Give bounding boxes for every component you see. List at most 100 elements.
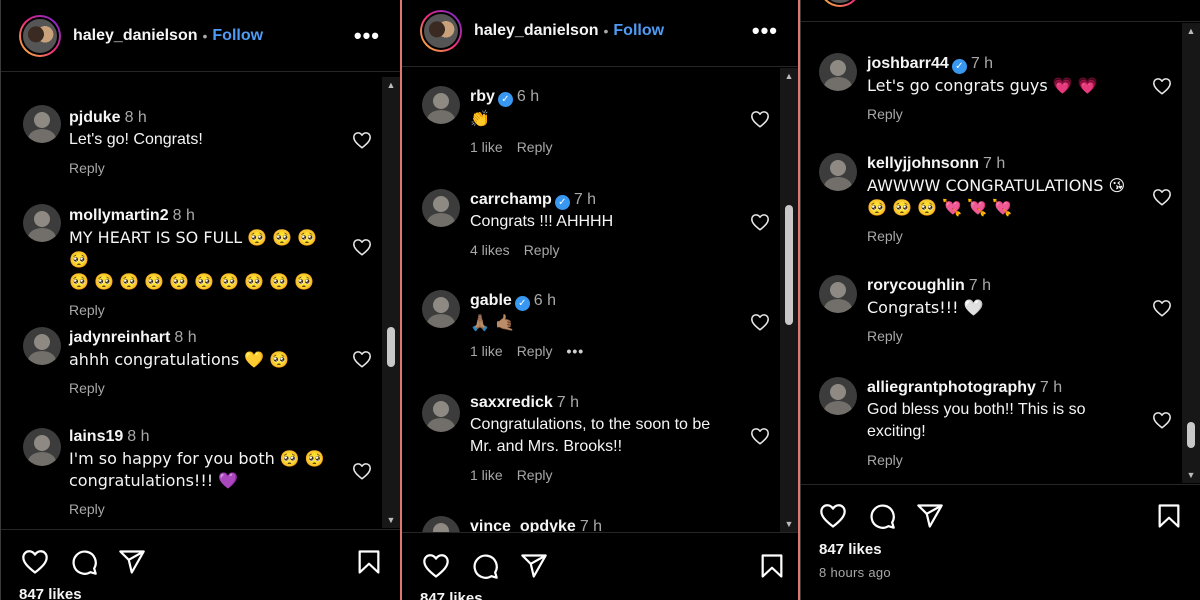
like-heart-icon[interactable] bbox=[422, 552, 450, 580]
like-comment-heart-icon[interactable] bbox=[352, 131, 372, 149]
comments-scrollbar[interactable]: ▲ ▼ bbox=[1182, 23, 1200, 483]
scroll-up-arrow-icon[interactable]: ▲ bbox=[780, 68, 798, 84]
comment-username[interactable]: carrchamp bbox=[470, 191, 552, 208]
comment-username[interactable]: lains19 bbox=[69, 428, 123, 445]
comment-avatar[interactable] bbox=[23, 428, 61, 466]
scroll-down-arrow-icon[interactable]: ▼ bbox=[382, 512, 400, 528]
reply-button[interactable]: Reply bbox=[524, 242, 560, 258]
reply-button[interactable]: Reply bbox=[69, 160, 105, 176]
comment-avatar[interactable] bbox=[422, 290, 460, 328]
reply-button[interactable]: Reply bbox=[867, 452, 903, 468]
comment-avatar[interactable] bbox=[819, 53, 857, 91]
like-comment-heart-icon[interactable] bbox=[750, 213, 770, 231]
like-comment-heart-icon[interactable] bbox=[352, 350, 372, 368]
scroll-thumb[interactable] bbox=[1187, 422, 1195, 448]
profile-avatar[interactable] bbox=[819, 0, 861, 7]
likes-count[interactable]: 847 likes bbox=[819, 541, 882, 558]
bookmark-icon[interactable] bbox=[355, 548, 383, 576]
comment-likes[interactable]: 1 like bbox=[470, 343, 503, 359]
reply-button[interactable]: Reply bbox=[69, 501, 105, 517]
comment-username[interactable]: jadynreinhart bbox=[69, 329, 170, 346]
comment-username[interactable]: kellyjjohnsonn bbox=[867, 155, 979, 172]
comment-avatar[interactable] bbox=[819, 153, 857, 191]
verified-icon: ✓ bbox=[951, 59, 967, 74]
comment-avatar[interactable] bbox=[422, 516, 460, 532]
header-username[interactable]: haley_danielson bbox=[474, 22, 599, 40]
scroll-thumb[interactable] bbox=[387, 327, 395, 367]
like-comment-heart-icon[interactable] bbox=[750, 110, 770, 128]
like-comment-heart-icon[interactable] bbox=[1152, 299, 1172, 317]
comment-more-icon[interactable]: ••• bbox=[566, 343, 584, 359]
comment-avatar[interactable] bbox=[819, 275, 857, 313]
comment-likes[interactable]: 1 like bbox=[470, 139, 503, 155]
likes-count[interactable]: 847 likes bbox=[420, 590, 483, 600]
like-comment-heart-icon[interactable] bbox=[750, 313, 770, 331]
more-options-icon[interactable]: ••• bbox=[752, 18, 778, 44]
reply-button[interactable]: Reply bbox=[69, 302, 105, 318]
likes-count[interactable]: 847 likes bbox=[19, 586, 82, 600]
comment-likes[interactable]: 1 like bbox=[470, 467, 503, 483]
comment-avatar[interactable] bbox=[23, 105, 61, 143]
scroll-thumb[interactable] bbox=[785, 205, 793, 325]
comment-text: Congrats!!! 🤍 bbox=[867, 298, 984, 317]
reply-button[interactable]: Reply bbox=[867, 328, 903, 344]
reply-button[interactable]: Reply bbox=[867, 228, 903, 244]
comment-avatar[interactable] bbox=[422, 189, 460, 227]
comment-username[interactable]: joshbarr44 bbox=[867, 55, 949, 72]
like-heart-icon[interactable] bbox=[819, 502, 847, 530]
reply-button[interactable]: Reply bbox=[517, 139, 553, 155]
comments-scrollbar[interactable]: ▲ ▼ bbox=[780, 68, 798, 532]
scroll-up-arrow-icon[interactable]: ▲ bbox=[382, 77, 400, 93]
profile-avatar[interactable] bbox=[420, 9, 462, 52]
header-username[interactable]: haley_danielson bbox=[73, 27, 198, 45]
comment-item: kellyjjohnsonn 7 h AWWWW CONGRATULATIONS … bbox=[801, 153, 1200, 253]
comment-time: 7 h bbox=[573, 191, 597, 208]
scroll-up-arrow-icon[interactable]: ▲ bbox=[1182, 23, 1200, 39]
scroll-down-arrow-icon[interactable]: ▼ bbox=[1182, 467, 1200, 483]
comment-item: vince_opdyke 7 h bbox=[402, 514, 798, 532]
comment-username[interactable]: pjduke bbox=[69, 109, 121, 126]
comment-icon[interactable] bbox=[70, 548, 98, 576]
reply-button[interactable]: Reply bbox=[69, 380, 105, 396]
like-comment-heart-icon[interactable] bbox=[352, 238, 372, 256]
comment-icon[interactable] bbox=[868, 502, 896, 530]
scroll-down-arrow-icon[interactable]: ▼ bbox=[780, 516, 798, 532]
comment-username[interactable]: vince_opdyke bbox=[470, 518, 576, 532]
more-options-icon[interactable]: ••• bbox=[354, 23, 380, 49]
like-comment-heart-icon[interactable] bbox=[750, 427, 770, 445]
reply-button[interactable]: Reply bbox=[517, 467, 553, 483]
comment-username[interactable]: rby bbox=[470, 88, 495, 105]
comment-icon[interactable] bbox=[471, 552, 499, 580]
comment-username[interactable]: alliegrantphotography bbox=[867, 379, 1036, 396]
reply-button[interactable]: Reply bbox=[517, 343, 553, 359]
comment-time: 7 h bbox=[970, 55, 994, 72]
comment-username[interactable]: gable bbox=[470, 292, 512, 309]
like-heart-icon[interactable] bbox=[21, 548, 49, 576]
comments-scrollbar[interactable]: ▲ ▼ bbox=[382, 77, 400, 528]
follow-button[interactable]: Follow bbox=[613, 22, 664, 40]
post-panel-2: haley_danielson • Follow ••• rby ✓ 6 h 👏 1… bbox=[400, 0, 800, 600]
profile-avatar[interactable] bbox=[19, 14, 61, 57]
comment-avatar[interactable] bbox=[422, 394, 460, 432]
share-icon[interactable] bbox=[118, 548, 146, 576]
like-comment-heart-icon[interactable] bbox=[1152, 188, 1172, 206]
comment-username[interactable]: rorycoughlin bbox=[867, 277, 965, 294]
comment-username[interactable]: saxxredick bbox=[470, 394, 553, 411]
like-comment-heart-icon[interactable] bbox=[1152, 411, 1172, 429]
like-comment-heart-icon[interactable] bbox=[1152, 77, 1172, 95]
comment-avatar[interactable] bbox=[422, 86, 460, 124]
post-time-ago[interactable]: 8 hours ago bbox=[819, 565, 891, 580]
comment-avatar[interactable] bbox=[23, 327, 61, 365]
comment-time: 8 h bbox=[172, 207, 195, 224]
comment-avatar[interactable] bbox=[819, 377, 857, 415]
bookmark-icon[interactable] bbox=[1155, 502, 1183, 530]
follow-button[interactable]: Follow bbox=[212, 27, 263, 45]
comment-avatar[interactable] bbox=[23, 204, 61, 242]
comment-likes[interactable]: 4 likes bbox=[470, 242, 510, 258]
bookmark-icon[interactable] bbox=[758, 552, 786, 580]
reply-button[interactable]: Reply bbox=[867, 106, 903, 122]
share-icon[interactable] bbox=[916, 502, 944, 530]
comment-username[interactable]: mollymartin2 bbox=[69, 207, 169, 224]
share-icon[interactable] bbox=[520, 552, 548, 580]
like-comment-heart-icon[interactable] bbox=[352, 462, 372, 480]
